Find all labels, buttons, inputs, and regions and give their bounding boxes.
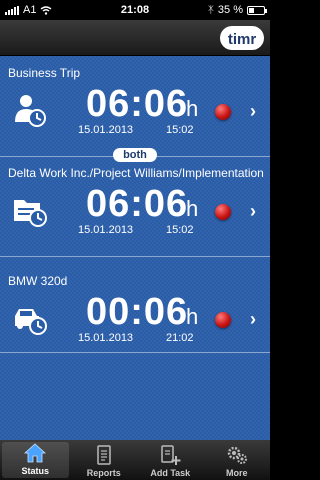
tab-more[interactable]: More (204, 440, 271, 480)
tab-label: Reports (86, 468, 121, 478)
task-title: Delta Work Inc./Project Williams/Impleme… (8, 166, 264, 180)
timr-logo: timr (220, 26, 264, 50)
signal-icon (5, 5, 19, 15)
business-person-icon (15, 95, 46, 127)
start-time: 15:02 (166, 124, 194, 136)
start-time: 15:02 (166, 224, 194, 236)
car-icon (15, 309, 47, 335)
task-title: Business Trip (8, 66, 81, 80)
record-button[interactable] (215, 104, 231, 120)
document-icon (97, 445, 111, 465)
divider (0, 352, 270, 353)
task-row[interactable]: Business Trip 06:06 h 15.01.2013 15:02 › (0, 56, 270, 144)
task-row[interactable]: BMW 320d 00:06 h 15.01.2013 21:02 › (0, 264, 270, 352)
start-date: 15.01.2013 (78, 332, 134, 344)
duration-unit: h (186, 196, 199, 221)
tab-label: Status (21, 466, 49, 476)
start-date: 15.01.2013 (78, 224, 134, 236)
start-date: 15.01.2013 (78, 124, 134, 136)
duration-value: 00:06 (86, 291, 189, 333)
duration-unit: h (186, 304, 199, 329)
tab-label: More (225, 468, 248, 478)
tab-label: Add Task (150, 468, 191, 478)
navigation-bar: timr (0, 20, 270, 56)
record-button[interactable] (215, 204, 231, 220)
task-list: Business Trip 06:06 h 15.01.2013 15:02 ›… (0, 56, 270, 440)
record-button[interactable] (215, 312, 231, 328)
task-row[interactable]: Delta Work Inc./Project Williams/Impleme… (0, 156, 270, 244)
battery-percent: 35 % (217, 4, 243, 16)
tab-reports[interactable]: Reports (71, 440, 138, 480)
project-folder-icon (14, 200, 47, 227)
status-right: ᛡ 35 % (207, 4, 267, 16)
chevron-right-icon[interactable]: › (250, 309, 256, 330)
gears-icon (227, 446, 247, 464)
divider (0, 256, 270, 257)
wifi-icon (41, 5, 52, 15)
duration-unit: h (186, 96, 199, 121)
chevron-right-icon[interactable]: › (250, 101, 256, 122)
start-time: 21:02 (166, 332, 194, 344)
carrier-label: A1 (23, 4, 37, 16)
tab-status[interactable]: Status (2, 442, 69, 478)
add-document-icon (161, 445, 181, 465)
battery-icon (247, 5, 267, 15)
duration-value: 06:06 (86, 183, 189, 225)
tab-bar: Status Reports Add Task More (0, 440, 270, 480)
task-title: BMW 320d (8, 274, 68, 288)
chevron-right-icon[interactable]: › (250, 201, 256, 222)
bluetooth-icon: ᛡ (207, 4, 214, 16)
duration-value: 06:06 (86, 83, 189, 125)
home-icon (24, 443, 47, 463)
tab-add-task[interactable]: Add Task (137, 440, 204, 480)
status-left: A1 (5, 4, 52, 16)
status-bar: A1 21:08 ᛡ 35 % (0, 0, 270, 20)
